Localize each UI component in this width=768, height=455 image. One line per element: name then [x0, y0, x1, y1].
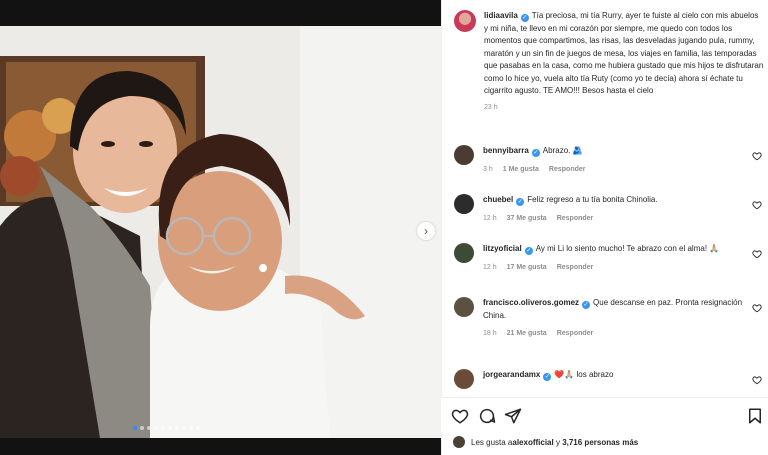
heart-icon[interactable] [451, 407, 469, 425]
share-icon[interactable] [504, 407, 522, 425]
likes-summary: Les gusta a alexofficial y 3,716 persona… [453, 433, 638, 451]
comment-likes[interactable]: 17 Me gusta [507, 262, 547, 275]
comment-item: jorgearandamx ✓ ❤️🙏🏼 los abrazo [454, 369, 766, 389]
comment-like-heart-icon[interactable] [752, 375, 762, 385]
chevron-right-icon: › [424, 224, 428, 238]
comment-like-heart-icon[interactable] [752, 303, 762, 313]
commenter-avatar[interactable] [454, 145, 474, 165]
comment-likes[interactable]: 1 Me gusta [503, 164, 539, 177]
comment-like-heart-icon[interactable] [752, 249, 762, 259]
comment-time: 3 h [483, 165, 493, 173]
verified-badge-icon: ✓ [543, 373, 552, 381]
instagram-post-view: › lidiaavila ✓ Tía preciosa, mi tía Rurry,… [0, 0, 768, 455]
comment-item: litzyoficial ✓ Ay mi Li lo siento mucho! T… [454, 243, 766, 274]
carousel-dot [175, 426, 179, 430]
comment-time: 12 h [483, 263, 497, 271]
commenter-username[interactable]: litzyoficial [483, 244, 522, 253]
carousel-dot [168, 426, 172, 430]
post-actions-bar [441, 397, 768, 432]
carousel-next-button[interactable]: › [417, 222, 435, 240]
verified-badge-icon: ✓ [582, 301, 591, 309]
comment-text: Abrazo. 🫂 [542, 146, 583, 155]
reply-button[interactable]: Responder [557, 328, 594, 341]
carousel-dot [140, 426, 144, 430]
comment-likes[interactable]: 37 Me gusta [507, 213, 547, 226]
reply-button[interactable]: Responder [557, 262, 594, 275]
post-timestamp: 23 h [484, 103, 498, 111]
likes-count[interactable]: 3,716 personas más [562, 438, 638, 447]
carousel-dot [154, 426, 158, 430]
photo-illustration [0, 26, 441, 438]
comment-text: Feliz regreso a tu tía bonita Chinolia. [527, 195, 658, 204]
comment-time: 12 h [483, 214, 497, 222]
commenter-avatar[interactable] [454, 297, 474, 317]
reply-button[interactable]: Responder [557, 213, 594, 226]
liker-username[interactable]: alexofficial [512, 438, 553, 447]
comment-meta: 12 h 17 Me gusta Responder [483, 262, 745, 275]
comment-meta: 12 h 37 Me gusta Responder [483, 213, 745, 226]
carousel-dot [196, 426, 200, 430]
author-username[interactable]: lidiaavila [484, 11, 518, 20]
comment-item: chuebel ✓ Feliz regreso a tu tía bonita Ch… [454, 194, 766, 225]
verified-badge-icon: ✓ [531, 149, 540, 157]
top-black-bar [0, 0, 441, 26]
comment-text: Ay mi Li lo siento mucho! Te abrazo con … [535, 244, 720, 253]
carousel-dots [133, 426, 200, 430]
comment-like-heart-icon[interactable] [752, 200, 762, 210]
carousel-dot [133, 426, 137, 430]
carousel-dot [189, 426, 193, 430]
post-photo[interactable] [0, 26, 441, 438]
post-sidebar: lidiaavila ✓ Tía preciosa, mi tía Rurry, a… [441, 0, 768, 455]
likes-middle: y [553, 437, 563, 447]
commenter-username[interactable]: bennyibarra [483, 146, 529, 155]
comment-like-heart-icon[interactable] [752, 151, 762, 161]
comment-time: 18 h [483, 330, 497, 337]
commenter-username[interactable]: chuebel [483, 195, 513, 204]
commenter-avatar[interactable] [454, 243, 474, 263]
carousel-dot [182, 426, 186, 430]
likes-prefix: Les gusta a [471, 437, 513, 447]
comment-meta: 3 h 1 Me gusta Responder [483, 164, 745, 177]
comment-meta: 18 h 21 Me gusta Responder [483, 328, 745, 341]
caption-text: Tía preciosa, mi tía Rurry, ayer te fuis… [484, 11, 764, 95]
carousel-dot [147, 426, 151, 430]
comment-likes[interactable]: 21 Me gusta [507, 328, 547, 341]
comment-icon[interactable] [478, 407, 496, 425]
author-avatar[interactable] [454, 10, 476, 32]
comment-item: francisco.oliveros.gomez ✓ Que descanse en… [454, 297, 766, 341]
liker-avatar[interactable] [453, 436, 465, 448]
commenter-avatar[interactable] [454, 194, 474, 214]
carousel-dot [161, 426, 165, 430]
verified-badge-icon: ✓ [520, 14, 529, 22]
commenter-username[interactable]: jorgearandamx [483, 370, 540, 379]
bookmark-icon[interactable] [746, 407, 764, 425]
verified-badge-icon: ✓ [524, 247, 533, 255]
comment-text: ❤️🙏🏼 los abrazo [554, 370, 614, 379]
bottom-black-bar [0, 438, 441, 455]
post-caption: lidiaavila ✓ Tía preciosa, mi tía Rurry, a… [454, 10, 764, 114]
comment-item: bennyibarra ✓ Abrazo. 🫂 3 h 1 Me gusta Respon… [454, 145, 766, 176]
commenter-avatar[interactable] [454, 369, 474, 389]
verified-badge-icon: ✓ [516, 198, 525, 206]
reply-button[interactable]: Responder [549, 164, 586, 177]
commenter-username[interactable]: francisco.oliveros.gomez [483, 298, 579, 307]
